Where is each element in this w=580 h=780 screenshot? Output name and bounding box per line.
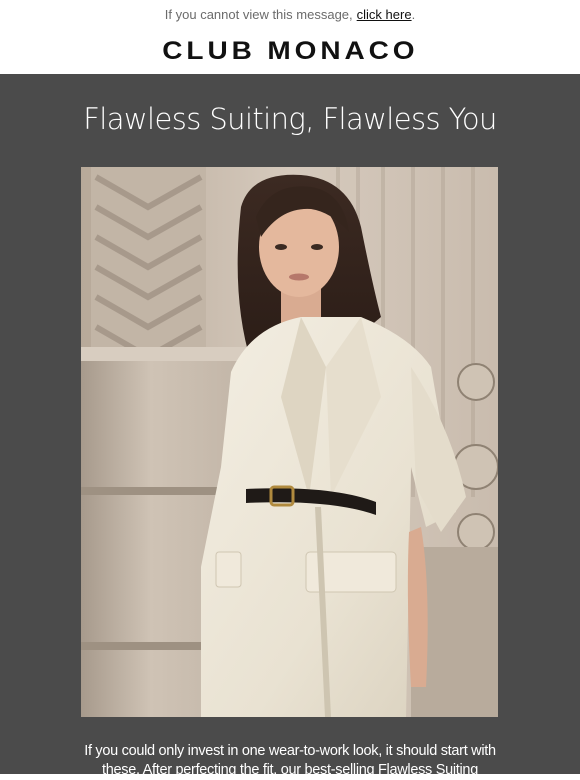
preheader-period: .: [411, 6, 416, 22]
brand-logo[interactable]: CLUB MONACO: [162, 37, 418, 66]
hero-photo[interactable]: [81, 167, 498, 717]
hero-body-text: If you could only invest in one wear-to-…: [84, 743, 496, 778]
hero-headline: Flawless Suiting, Flawless You: [83, 102, 497, 136]
preheader: If you cannot view this message, click h…: [0, 0, 580, 28]
brand-header: CLUB MONACO: [0, 28, 580, 74]
preheader-text: If you cannot view this message,: [164, 6, 353, 22]
hero-section: Flawless Suiting, Flawless You If you co…: [0, 74, 580, 778]
view-online-link[interactable]: click here: [357, 7, 412, 22]
